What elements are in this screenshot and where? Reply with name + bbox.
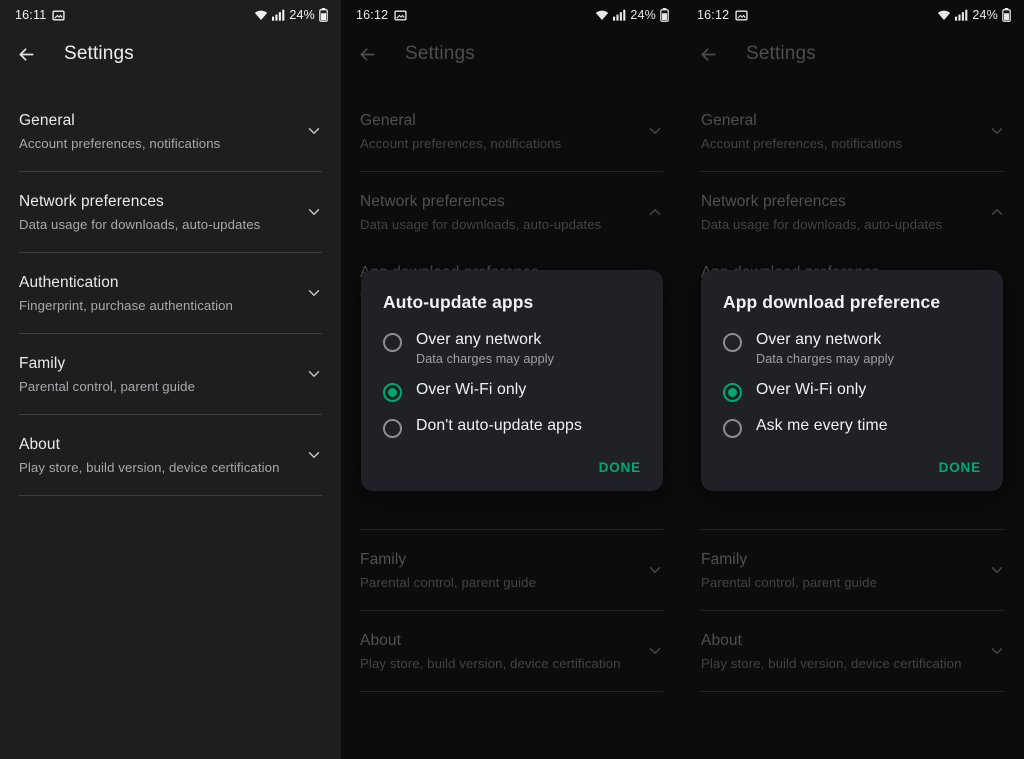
- signal-bars-icon: [272, 9, 285, 21]
- divider: [19, 495, 322, 496]
- option-label: Over any network: [756, 331, 882, 348]
- settings-row-family[interactable]: Family Parental control, parent guide: [0, 334, 341, 414]
- option-label: Over any network: [416, 331, 542, 348]
- dialog-title: App download preference: [723, 292, 941, 312]
- option-text: Over any network Data charges may apply: [416, 331, 554, 366]
- dialog-title: Auto-update apps: [383, 292, 534, 312]
- settings-row-general[interactable]: General Account preferences, notificatio…: [0, 91, 341, 171]
- chevron-down-icon[interactable]: [303, 120, 325, 142]
- option-label: Ask me every time: [756, 417, 888, 434]
- radio-option-over-any-network[interactable]: Over any network Data charges may apply: [361, 331, 663, 366]
- phone-screen-3: 16:12 24% Settings General Account prefe…: [682, 0, 1024, 759]
- row-title: General: [19, 111, 75, 129]
- radio-button-selected-icon[interactable]: [723, 383, 742, 402]
- chevron-down-icon[interactable]: [303, 201, 325, 223]
- option-text: Over any network Data charges may apply: [756, 331, 894, 366]
- radio-button-icon[interactable]: [723, 419, 742, 438]
- done-button[interactable]: DONE: [939, 460, 981, 475]
- radio-button-selected-icon[interactable]: [383, 383, 402, 402]
- option-sublabel: Data charges may apply: [756, 352, 895, 366]
- option-label: Don't auto-update apps: [416, 417, 582, 434]
- wifi-icon: [254, 9, 268, 21]
- option-text: Ask me every time: [756, 417, 888, 435]
- battery-percent-label: 24%: [289, 8, 315, 22]
- radio-button-icon[interactable]: [383, 419, 402, 438]
- done-button[interactable]: DONE: [599, 460, 641, 475]
- option-text: Over Wi-Fi only: [416, 381, 526, 399]
- app-bar: Settings: [0, 30, 341, 78]
- dialog-actions: DONE: [361, 438, 663, 483]
- radio-button-icon[interactable]: [723, 333, 742, 352]
- chevron-down-icon[interactable]: [303, 444, 325, 466]
- row-subtitle: Parental control, parent guide: [19, 378, 196, 394]
- row-text: About Play store, build version, device …: [19, 436, 280, 475]
- status-bar-right: 24%: [254, 8, 328, 22]
- option-sublabel: Data charges may apply: [416, 352, 555, 366]
- option-label: Over Wi-Fi only: [756, 381, 867, 398]
- option-text: Don't auto-update apps: [416, 417, 582, 435]
- settings-row-authentication[interactable]: Authentication Fingerprint, purchase aut…: [0, 253, 341, 333]
- row-title: Authentication: [19, 273, 119, 291]
- row-subtitle: Data usage for downloads, auto-updates: [19, 216, 261, 232]
- row-subtitle: Fingerprint, purchase authentication: [19, 297, 233, 313]
- settings-list: General Account preferences, notificatio…: [0, 78, 341, 496]
- radio-button-icon[interactable]: [383, 333, 402, 352]
- settings-row-network-preferences[interactable]: Network preferences Data usage for downl…: [0, 172, 341, 252]
- phone-screen-1: 16:11 24% Settings General Account prefe…: [0, 0, 341, 759]
- status-clock: 16:11: [15, 8, 47, 22]
- status-bar-left: 16:11: [15, 8, 65, 22]
- row-subtitle: Play store, build version, device certif…: [19, 459, 280, 475]
- chevron-down-icon[interactable]: [303, 282, 325, 304]
- battery-icon: [319, 8, 328, 22]
- option-text: Over Wi-Fi only: [756, 381, 866, 399]
- settings-row-about[interactable]: About Play store, build version, device …: [0, 415, 341, 495]
- radio-option-ask-me-every-time[interactable]: Ask me every time: [701, 417, 1003, 438]
- screenshot-root: 16:11 24% Settings General Account prefe…: [0, 0, 1024, 759]
- row-text: General Account preferences, notificatio…: [19, 112, 220, 151]
- status-bar: 16:11 24%: [0, 0, 341, 30]
- radio-option-over-any-network[interactable]: Over any network Data charges may apply: [701, 331, 1003, 366]
- chevron-down-icon[interactable]: [303, 363, 325, 385]
- row-text: Family Parental control, parent guide: [19, 355, 195, 394]
- radio-option-over-wifi-only[interactable]: Over Wi-Fi only: [361, 381, 663, 402]
- radio-option-over-wifi-only[interactable]: Over Wi-Fi only: [701, 381, 1003, 402]
- row-title: About: [19, 435, 61, 453]
- app-download-preference-dialog: App download preference Over any network…: [701, 270, 1003, 491]
- row-title: Network preferences: [19, 192, 164, 210]
- back-arrow-icon[interactable]: [14, 42, 38, 66]
- row-text: Network preferences Data usage for downl…: [19, 193, 260, 232]
- auto-update-apps-dialog: Auto-update apps Over any network Data c…: [361, 270, 663, 491]
- phone-screen-2: 16:12 24% Settings General Account prefe…: [341, 0, 682, 759]
- dialog-actions: DONE: [701, 438, 1003, 483]
- image-icon: [52, 9, 65, 22]
- radio-option-dont-auto-update-apps[interactable]: Don't auto-update apps: [361, 417, 663, 438]
- row-subtitle: Account preferences, notifications: [19, 135, 221, 151]
- row-title: Family: [19, 354, 66, 372]
- row-text: Authentication Fingerprint, purchase aut…: [19, 274, 233, 313]
- page-title: Settings: [64, 43, 134, 64]
- option-label: Over Wi-Fi only: [416, 381, 527, 398]
